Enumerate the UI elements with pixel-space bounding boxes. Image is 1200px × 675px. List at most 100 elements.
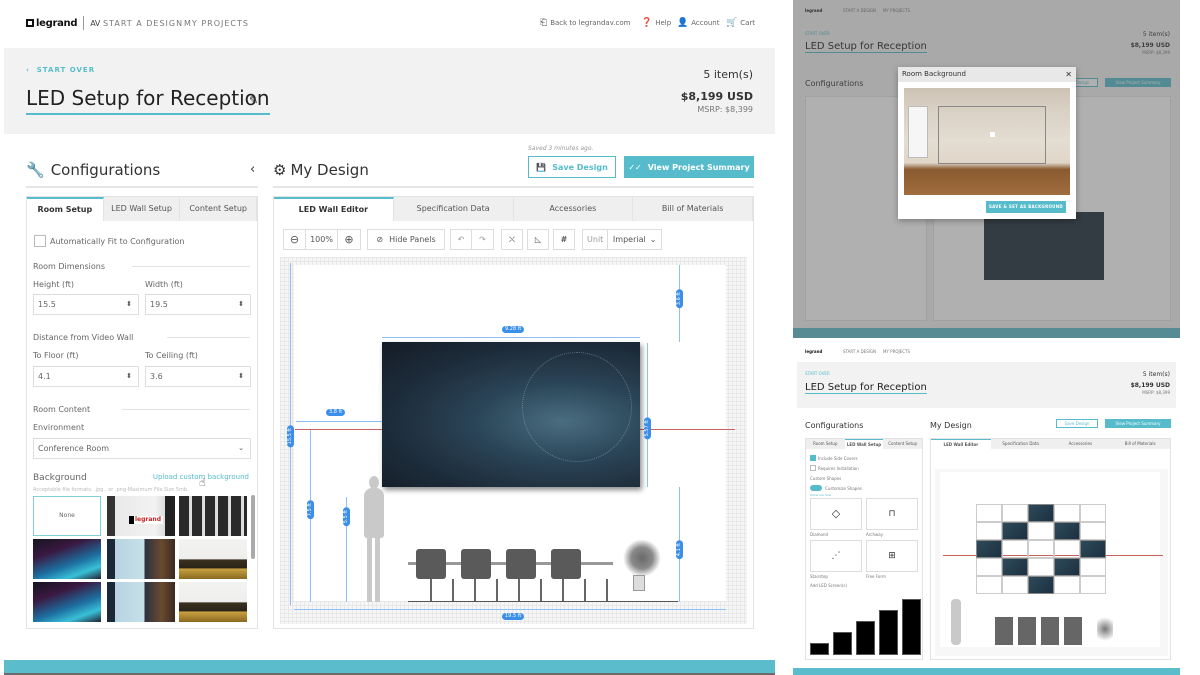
my-design-title: My Design [290,161,369,179]
view-project-summary-button[interactable]: ✓✓ View Project Summary [624,156,754,178]
section-divider [167,337,250,338]
room-dimensions-heading: Room Dimensions [33,262,106,271]
background-thumb[interactable] [33,539,101,579]
background-thumb[interactable] [107,539,175,579]
person-silhouette [360,476,388,602]
top-nav: legrand AV START A DESIGN MY PROJECTS ⎗ … [0,0,790,48]
led-tile [1002,540,1028,558]
hide-panels-button[interactable]: ⊘ Hide Panels [367,229,445,250]
to-ceiling-input[interactable]: 3.6 ⬍ [145,366,251,387]
led-wall-canvas[interactable]: 15.5 ft 7.5 ft 5.5 ft 3.8 ft 9.28 ft 5.5… [280,257,747,624]
left-offset-dimension [296,421,382,422]
nav-account-link[interactable]: 👤 Account [677,18,719,28]
chevron-down-icon: ⌄ [238,444,244,452]
tab-accessories[interactable]: Accessories [514,197,634,221]
horizon-height-label: 7.5 ft [307,500,314,520]
footer-bar [4,660,775,675]
screen-width-dimension [382,337,640,338]
collapse-panel-button[interactable]: ‹ [250,162,255,177]
nav-cart-link[interactable]: 🛒 Cart [726,18,755,28]
nav-start-design[interactable]: START A DESIGN [103,19,183,28]
toggle-person-button[interactable]: ⛌ [501,229,523,250]
close-icon[interactable]: ✕ [1065,67,1072,82]
led-screen[interactable] [382,342,640,487]
preview-tab: Room Setup [813,441,838,446]
item-count: 5 item(s) [703,68,753,81]
undo-button[interactable]: ↶ [451,230,473,249]
auto-fit-checkbox[interactable] [34,235,46,247]
stepper-icon[interactable]: ⬍ [238,367,244,386]
preview-led-wall-setup: legrand START A DESIGN MY PROJECTS START… [793,338,1180,675]
start-over-link[interactable]: ‹ START OVER [26,66,95,74]
preview-chairs [995,617,1085,645]
tab-led-wall-editor[interactable]: LED Wall Editor [274,197,394,221]
legrand-logo[interactable]: legrand AV [26,16,100,30]
background-thumb-none[interactable]: None [33,496,101,536]
configurations-divider [26,186,258,188]
zoom-out-button[interactable]: ⊖ [284,230,306,249]
to-floor-label: To Floor (ft) [33,351,79,360]
background-thumb[interactable]: legrand [107,496,175,536]
background-scrollbar[interactable] [251,495,255,559]
redo-button[interactable]: ↷ [472,230,493,249]
installation-label: Requires Installation [818,466,859,471]
preview-nav-start: START A DESIGN [843,349,877,354]
toggle-grid-button[interactable]: # [553,229,575,250]
help-icon: ❓ [641,18,653,28]
tab-room-setup[interactable]: Room Setup [27,197,104,221]
nav-account-label: Account [691,19,720,27]
start-over-label: START OVER [36,66,96,74]
room-width-label: 19.5 ft [502,613,525,620]
stepper-icon[interactable]: ⬍ [126,367,132,386]
tab-led-wall-setup[interactable]: LED Wall Setup [104,197,181,221]
save-set-background-button[interactable]: SAVE & SET AS BACKGROUND [986,201,1066,213]
undo-icon: ↶ [457,235,465,244]
window [908,106,928,158]
to-ceiling-value: 3.6 [150,372,163,381]
background-thumb[interactable] [107,582,175,622]
background-thumb[interactable] [179,539,247,579]
section-divider [122,409,250,410]
preview-plant [1097,614,1113,644]
tab-bill-of-materials[interactable]: Bill of Materials [633,197,753,221]
toggle-dimensions-button[interactable]: ◺ [527,229,549,250]
saved-status: Saved 3 minutes ago. [528,145,594,152]
background-thumb[interactable] [179,582,247,622]
height-label: Height (ft) [33,280,75,289]
shape-label: Stairstep [810,574,828,579]
add-screens-label: Add LED Screen(s) [810,583,848,588]
to-floor-input[interactable]: 4.1 ⬍ [33,366,139,387]
upload-hint: Acceptable file formats: .jpg., or .png-… [33,487,189,493]
view-summary-label: View Project Summary [647,162,750,172]
background-thumb[interactable] [179,496,247,536]
crop-handle[interactable] [990,132,995,137]
stepper-icon[interactable]: ⬍ [126,295,132,314]
main-screen: legrand AV START A DESIGN MY PROJECTS ⎗ … [0,0,790,675]
tab-content-setup[interactable]: Content Setup [180,197,258,221]
exit-icon: ⎗ [540,18,548,28]
chair [416,549,446,579]
screen-stack-1 [810,643,829,655]
stepper-icon[interactable]: ⬍ [238,295,244,314]
width-input[interactable]: 19.5 ⬍ [145,294,251,315]
led-tile [1028,540,1054,558]
environment-select[interactable]: Conference Room ⌄ [33,438,251,459]
configurations-title: Configurations [50,161,161,179]
preview-tab: Accessories [1068,441,1093,446]
nav-help-link[interactable]: ❓ Help [641,18,671,28]
person-height-label: 5.5 ft [343,507,350,527]
background-thumb[interactable] [33,582,101,622]
tab-specification-data[interactable]: Specification Data [394,197,514,221]
nav-my-projects[interactable]: MY PROJECTS [184,19,249,28]
edit-title-icon[interactable]: ✎ [249,94,258,107]
zoom-in-button[interactable]: ⊕ [338,230,360,249]
nav-back-link[interactable]: ⎗ Back to legrandav.com [540,18,630,28]
side-covers-checkbox [810,455,816,461]
history-control: ↶ ↷ [450,229,494,250]
save-design-button[interactable]: 💾 Save Design [528,156,616,178]
unit-select[interactable]: Unit Imperial ⌄ [582,229,662,250]
to-ceiling-label: 3.6 ft [676,289,683,309]
height-input[interactable]: 15.5 ⬍ [33,294,139,315]
project-title[interactable]: LED Setup for Reception [26,86,270,115]
preview-config-tabs: Room Setup LED Wall Setup Content Setup [806,439,922,449]
